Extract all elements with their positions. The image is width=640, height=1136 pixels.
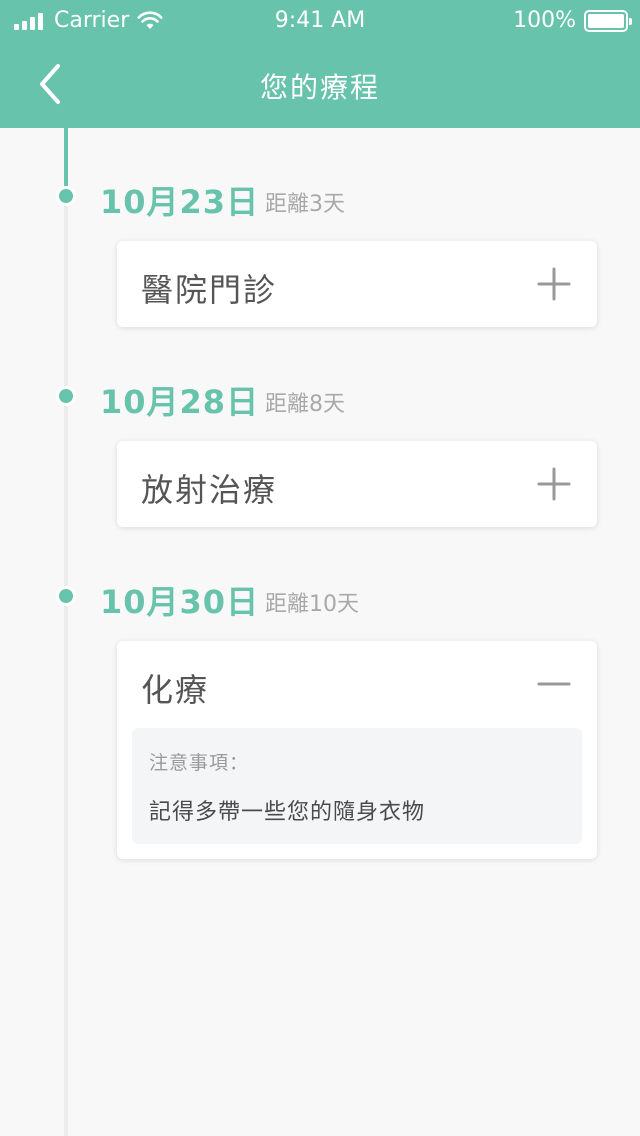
card-title: 化療 [141,671,210,709]
nav-bar: 您的療程 [0,42,640,128]
treatment-card[interactable]: 醫院門診 [117,241,597,327]
entry-date: 10月30日 [100,583,260,621]
timeline-line [64,128,68,1136]
entry-date: 10月23日 [100,183,260,221]
timeline-dot [56,586,76,606]
entry-distance: 距離8天 [265,392,345,417]
entry-distance: 距離10天 [265,592,359,617]
entry-date: 10月28日 [100,383,260,421]
note-box: 注意事項： 記得多帶一些您的隨身衣物 [132,728,582,844]
minus-icon[interactable] [537,667,571,701]
header: Carrier 9:41 AM 100% 您的療程 [0,0,640,128]
timeline-dot [56,186,76,206]
note-text: 記得多帶一些您的隨身衣物 [149,800,426,825]
entry-distance: 距離3天 [265,192,345,217]
treatment-card[interactable]: 放射治療 [117,441,597,527]
card-title: 醫院門診 [141,271,278,309]
battery-icon [584,9,632,32]
treatment-card[interactable]: 化療 注意事項： 記得多帶一些您的隨身衣物 [117,641,597,859]
card-title: 放射治療 [141,471,278,509]
status-bar: Carrier 9:41 AM 100% [0,0,640,42]
timeline-line-accent [64,128,68,188]
timeline-dot [56,386,76,406]
note-label: 注意事項： [149,752,250,774]
plus-icon[interactable] [537,467,571,501]
battery-percent: 100% [513,8,576,33]
status-right: 100% [513,8,632,33]
plus-icon[interactable] [537,267,571,301]
page-title: 您的療程 [259,71,380,104]
